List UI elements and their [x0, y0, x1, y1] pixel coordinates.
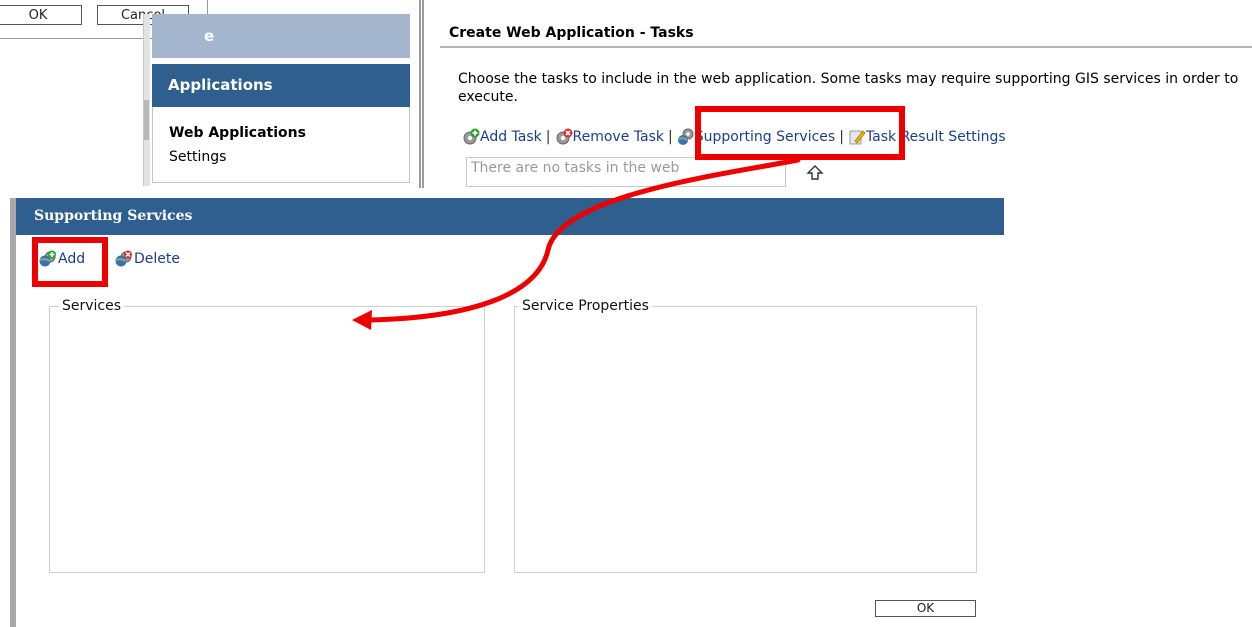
globe-delete-icon — [114, 250, 133, 268]
services-legend: Services — [59, 298, 125, 314]
panel-ok-button[interactable]: OK — [875, 600, 976, 617]
gear-add-icon — [462, 128, 480, 146]
toolbar-separator: | — [667, 129, 673, 145]
frame-divider — [419, 0, 424, 188]
ok-button[interactable]: OK — [0, 5, 82, 25]
task-toolbar: Add Task | Remove Task | Supporting Servic… — [462, 128, 1006, 150]
toolbar-separator: | — [839, 129, 844, 145]
services-box[interactable]: Services — [49, 298, 485, 573]
task-result-settings-link[interactable]: Task Result Settings — [866, 129, 1006, 145]
nav-subsection: Web Applications Settings — [152, 107, 410, 183]
add-task-link[interactable]: Add Task — [480, 129, 542, 145]
globe-add-icon — [38, 250, 56, 268]
nav-scrollbar-thumb[interactable] — [144, 100, 149, 140]
delete-service-button[interactable]: Delete — [134, 251, 180, 267]
remove-task-link[interactable]: Remove Task — [573, 129, 664, 145]
pencil-icon — [848, 128, 866, 146]
instructions-text: Choose the tasks to include in the web a… — [458, 71, 1239, 105]
app-window: OK Cancel e Applications Web Application… — [0, 0, 1252, 627]
gear-remove-icon — [555, 128, 573, 146]
nav-subitem-web-applications[interactable]: Web Applications — [169, 125, 306, 141]
title-rule — [440, 46, 1252, 48]
globe-gear-icon — [677, 128, 695, 146]
add-service-button[interactable]: Add — [58, 251, 85, 267]
service-properties-box[interactable]: Service Properties — [514, 298, 977, 573]
task-list[interactable]: There are no tasks in the web — [466, 157, 786, 187]
service-properties-legend: Service Properties — [519, 298, 652, 314]
services-toolbar: Add Delete — [38, 250, 180, 268]
supporting-services-link[interactable]: Supporting Services — [695, 129, 835, 145]
toolbar-separator: | — [545, 129, 551, 145]
up-arrow-icon[interactable] — [806, 165, 824, 185]
nav-item-home[interactable]: e — [152, 14, 410, 58]
page-title: Create Web Application - Tasks — [449, 25, 694, 41]
nav-item-applications[interactable]: Applications — [152, 64, 410, 107]
supporting-services-header: Supporting Services — [16, 198, 1004, 235]
panel-left-border — [10, 198, 16, 627]
nav-subitem-settings[interactable]: Settings — [169, 149, 226, 165]
